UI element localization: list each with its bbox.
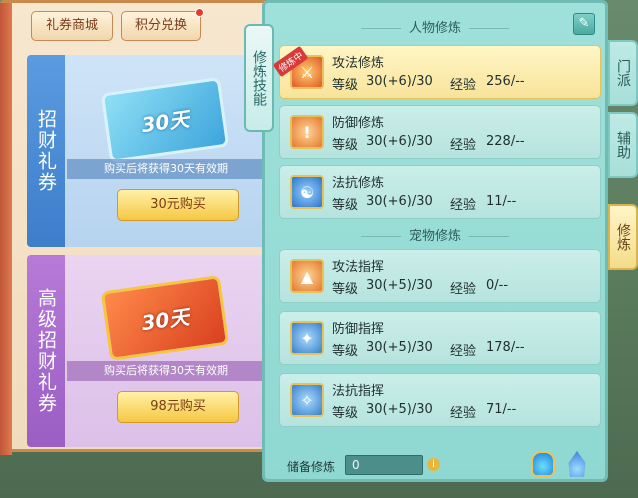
section-title-character: 人物修炼 <box>265 17 605 36</box>
magic-resist-icon: ☯ <box>290 175 324 209</box>
edit-icon[interactable]: ✎ <box>573 13 595 35</box>
level-label: 等级 <box>332 282 359 297</box>
skill-exp: 178/-- <box>486 340 525 355</box>
skill-name: 法抗修炼 <box>332 176 385 191</box>
skill-row[interactable]: ✦ 防御指挥 等级 30(+5)/30 经验 178/-- <box>279 311 601 365</box>
level-label: 等级 <box>332 406 359 421</box>
exp-label: 经验 <box>450 138 477 153</box>
ticket-image-icon: 30天 <box>100 76 230 164</box>
skill-name: 攻法修炼 <box>332 56 385 71</box>
skill-row[interactable]: ✧ 法抗指挥 等级 30(+5)/30 经验 71/-- <box>279 373 601 427</box>
skill-level: 30(+5)/30 <box>366 340 433 355</box>
coupon-card-premium: 高级招财礼券 30天 购买后将获得30天有效期 98元购买 <box>27 255 265 447</box>
coupon-card-title: 招财礼券 <box>27 55 65 247</box>
info-icon[interactable]: i <box>427 458 440 471</box>
skill-name: 防御修炼 <box>332 116 385 131</box>
skill-exp: 11/-- <box>486 194 517 209</box>
buy-button-98[interactable]: 98元购买 <box>117 391 239 423</box>
exp-label: 经验 <box>450 344 477 359</box>
reserve-field[interactable]: 0 <box>345 455 423 475</box>
skill-exp: 256/-- <box>486 74 525 89</box>
tab-assist[interactable]: 辅助 <box>608 112 638 178</box>
pet-attack-icon: ▲ <box>290 259 324 293</box>
skill-name: 防御指挥 <box>332 322 385 337</box>
exp-label: 经验 <box>450 198 477 213</box>
level-label: 等级 <box>332 344 359 359</box>
skill-row[interactable]: ☯ 法抗修炼 等级 30(+6)/30 经验 11/-- <box>279 165 601 219</box>
skill-name: 攻法指挥 <box>332 260 385 275</box>
exp-label: 经验 <box>450 282 477 297</box>
pet-defense-icon: ✦ <box>290 321 324 355</box>
coupon-card-desc: 购买后将获得30天有效期 <box>67 361 265 381</box>
shop-edge-decoration <box>0 3 12 455</box>
buy-button-30[interactable]: 30元购买 <box>117 189 239 221</box>
notification-dot-icon <box>195 8 204 17</box>
skill-level: 30(+6)/30 <box>366 194 433 209</box>
coupon-card-basic: 招财礼券 30天 购买后将获得30天有效期 30元购买 <box>27 55 265 247</box>
skill-row[interactable]: ⚔ 修炼中 攻法修炼 等级 30(+6)/30 经验 256/-- <box>272 45 601 99</box>
level-label: 等级 <box>332 138 359 153</box>
tab-cultivation-skills[interactable]: 修炼技能 <box>244 24 274 132</box>
flame-icon[interactable] <box>568 451 586 477</box>
potion-icon[interactable] <box>531 451 555 477</box>
exp-label: 经验 <box>450 406 477 421</box>
reserve-label: 储备修炼 <box>287 460 336 474</box>
skill-exp: 71/-- <box>486 402 517 417</box>
section-title-pet: 宠物修炼 <box>265 225 605 244</box>
ticket-image-icon: 30天 <box>100 274 230 362</box>
skill-level: 30(+5)/30 <box>366 402 433 417</box>
level-label: 等级 <box>332 78 359 93</box>
tab-coupon-mall[interactable]: 礼券商城 <box>31 11 113 41</box>
tab-cultivation[interactable]: 修炼 <box>608 204 638 270</box>
skill-exp: 228/-- <box>486 134 525 149</box>
shop-panel: 礼券商城 积分兑换 招财礼券 30天 购买后将获得30天有效期 30元购买 高级… <box>0 0 268 455</box>
skill-row[interactable]: ! 防御修炼 等级 30(+6)/30 经验 228/-- <box>279 105 601 159</box>
coupon-card-title: 高级招财礼券 <box>27 255 65 447</box>
exp-label: 经验 <box>450 78 477 93</box>
coupon-card-desc: 购买后将获得30天有效期 <box>67 159 265 179</box>
skill-level: 30(+6)/30 <box>366 74 433 89</box>
pet-resist-icon: ✧ <box>290 383 324 417</box>
skill-level: 30(+6)/30 <box>366 134 433 149</box>
skill-name: 法抗指挥 <box>332 384 385 399</box>
skill-exp: 0/-- <box>486 278 509 293</box>
tab-points-exchange-label: 积分兑换 <box>134 18 187 33</box>
tab-sect[interactable]: 门派 <box>608 40 638 106</box>
cultivation-panel: 人物修炼 ✎ ⚔ 修炼中 攻法修炼 等级 30(+6)/30 经验 256/--… <box>262 0 608 482</box>
defense-icon: ! <box>290 115 324 149</box>
level-label: 等级 <box>332 198 359 213</box>
skill-row[interactable]: ▲ 攻法指挥 等级 30(+5)/30 经验 0/-- <box>279 249 601 303</box>
tab-points-exchange[interactable]: 积分兑换 <box>121 8 204 41</box>
skill-level: 30(+5)/30 <box>366 278 433 293</box>
